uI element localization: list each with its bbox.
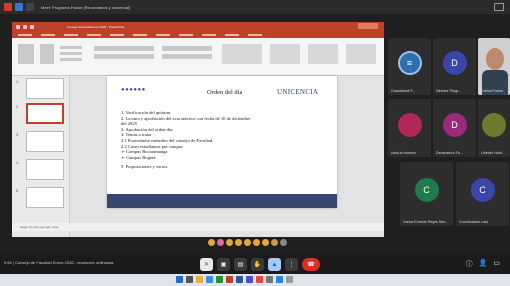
word-icon[interactable] [236,276,243,283]
university-logo: UNICENCIA [277,88,319,96]
participant-tile[interactable]: C Carlos Ernesto Reyes Mor... [400,162,453,226]
call-controls: ✕ ▣ ▤ ✋ ▲ ⋮ ☎ [200,258,320,271]
start-icon[interactable] [176,276,183,283]
slide-thumbnail[interactable] [26,78,64,99]
raise-hand-button[interactable]: ✋ [251,258,264,271]
ribbon-tabs[interactable] [12,31,384,38]
pink-circle-icon [397,112,422,137]
app-icon[interactable] [286,276,293,283]
camera-button[interactable]: ▣ [217,258,230,271]
circle-list-icon: ≡ [397,51,422,76]
participant-tile[interactable]: C Coordinación Lalo [456,162,509,226]
notes-bar[interactable]: Haga clic para agregar notas [12,223,384,231]
teams-icon[interactable] [246,276,253,283]
participant-name: Decanatura Fa... [436,151,463,155]
thinking-reaction-icon[interactable] [271,239,278,246]
slide-thumbnails: 1 2 3 4 5 [12,76,70,237]
save-icon[interactable] [16,24,20,29]
participant-name: cand.al.moreno [391,151,416,155]
laugh-reaction-icon[interactable] [244,239,251,246]
window-title: Meet: Programa Pastor (Recordamos y come… [41,4,131,10]
participant-tile[interactable]: ≡ Guardidosé F... [388,38,431,95]
ribbon[interactable] [12,38,384,76]
agenda-item: 5. Proposiciones y varios. [121,164,169,170]
avatar: C [470,178,495,203]
avatar: C [414,178,439,203]
app-icon[interactable] [276,276,283,283]
participant-tile[interactable]: D Decanatura Fa... [433,99,476,157]
file-explorer-icon[interactable] [196,276,203,283]
excel-icon[interactable] [216,276,223,283]
app-icon[interactable] [266,276,273,283]
participant-name: Coordinación Lalo [459,220,488,224]
captions-button[interactable]: ▤ [234,258,247,271]
ppt-title-bar: consejo de facultad ene 2026 - PowerPoin… [12,22,384,31]
more-options-button[interactable]: ⋮ [285,258,298,271]
side-controls: ⓘ 👤 ▭ [466,259,500,269]
app-icon [4,3,12,11]
slide-heading: Orden del día [207,89,243,96]
agenda-list: 1. Verificación del quórum. 2. Lectura y… [121,110,321,170]
slide-thumbnail[interactable] [26,187,64,208]
decorative-dots: ●●●●●● [121,87,146,93]
slide-thumbnail[interactable] [26,131,64,152]
maximize-icon[interactable] [494,3,504,11]
thumbs-up-reaction-icon[interactable] [226,239,233,246]
info-icon[interactable]: ⓘ [466,259,473,269]
green-circle-icon [482,112,506,137]
chat-icon[interactable]: ▭ [493,259,500,269]
heart-reaction-icon[interactable] [208,239,215,246]
mic-off-button[interactable]: ✕ [200,258,213,271]
search-icon[interactable] [186,276,193,283]
current-slide[interactable]: ●●●●●● Orden del día UNICENCIA 1. Verifi… [107,76,337,208]
share-button[interactable] [358,23,378,29]
reactions-bar [208,239,287,246]
edge-icon[interactable] [206,276,213,283]
os-taskbar [0,274,510,286]
participant-tile[interactable]: cand.al.moreno [388,99,431,157]
slide-thumbnail[interactable] [26,159,64,180]
meeting-name: 9:54 | Consejo de Facultad Enero 2026 - … [4,260,114,265]
redo-icon[interactable] [30,24,34,29]
celebrate-reaction-icon[interactable] [235,239,242,246]
surprised-reaction-icon[interactable] [253,239,260,246]
undo-icon[interactable] [23,24,27,29]
slide-thumbnail-active[interactable] [26,103,64,124]
taskbar-apps [176,276,293,283]
menu-icon[interactable] [26,3,34,11]
participant-name: Carlos Ernesto Reyes Mor... [403,220,448,224]
more-reactions-icon[interactable] [280,239,287,246]
participant-tile[interactable]: Liberdo Hoch... [478,99,510,157]
participant-name: Guardidosé F... [391,89,416,93]
slide-footer-band [107,194,337,208]
people-icon[interactable]: 👤 [479,259,488,269]
avatar: D [442,51,467,76]
participant-name: Director Progr... [436,89,462,93]
powerpoint-icon[interactable] [226,276,233,283]
ppt-document-title: consejo de facultad ene 2026 - PowerPoin… [67,24,125,29]
heart-reaction-icon[interactable] [217,239,224,246]
meeting-controls-bar: 9:54 | Consejo de Facultad Enero 2026 - … [0,253,510,274]
participant-tile[interactable]: D Director Progr... [433,38,476,95]
chrome-icon[interactable] [256,276,263,283]
sad-reaction-icon[interactable] [262,239,269,246]
avatar: D [442,112,467,137]
participant-video-tile[interactable]: Carlos Forero [478,38,510,95]
person-face-icon [486,48,504,70]
participant-name: Liberdo Hoch... [481,151,506,155]
meet-icon[interactable] [15,3,23,11]
present-button[interactable]: ▲ [268,258,281,271]
end-call-button[interactable]: ☎ [302,258,320,271]
app-title-bar: Meet: Programa Pastor (Recordamos y come… [0,0,510,14]
participant-name: Carlos Forero [481,89,503,93]
